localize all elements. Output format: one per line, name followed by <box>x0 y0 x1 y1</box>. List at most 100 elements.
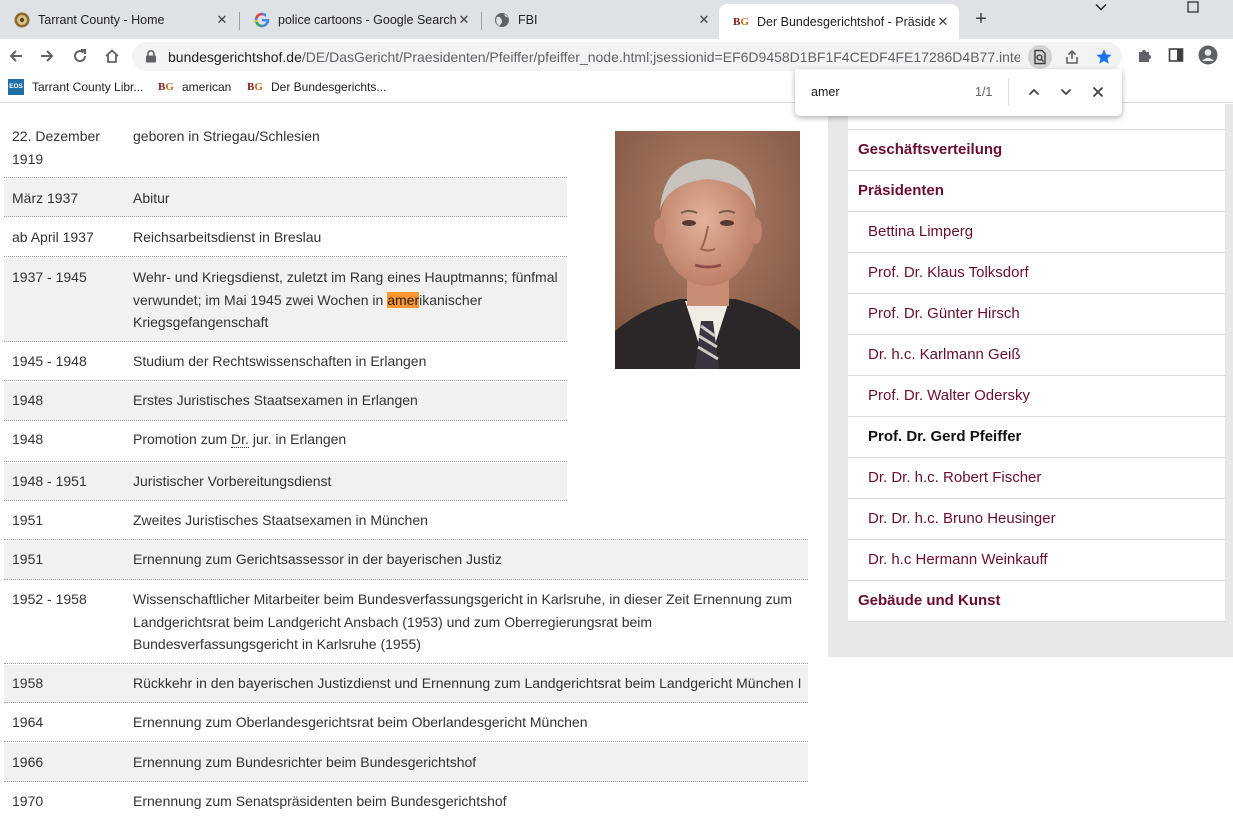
reload-button[interactable] <box>68 44 92 68</box>
cv-date: 22. Dezember 1919 <box>12 128 100 167</box>
tab-title: FBI <box>518 12 538 27</box>
sidebar-item-geiss[interactable]: Dr. h.c. Karlmann Geiß <box>848 335 1225 376</box>
bookmark-tarrant-county-library[interactable]: EOS Tarrant County Libr... <box>8 79 143 95</box>
cv-date: 1964 <box>12 714 44 730</box>
tab-bundesgerichtshof[interactable]: BG Der Bundesgerichtshof - Präsider ✕ <box>719 4 959 39</box>
lock-icon[interactable] <box>145 50 157 63</box>
bgh-icon: BG <box>158 81 174 93</box>
close-tab-icon[interactable]: ✕ <box>696 12 712 28</box>
cv-description: Rückkehr in den bayerischen Justizdienst… <box>133 675 802 691</box>
sidebar-item-geschaeftsverteilung[interactable]: Geschäftsverteilung <box>848 130 1225 171</box>
cv-description: Abitur <box>133 190 170 206</box>
cv-text: Promotion zum <box>133 431 232 447</box>
county-seal-icon <box>14 12 30 28</box>
maximize-window-icon[interactable] <box>1183 0 1203 20</box>
close-tab-icon[interactable]: ✕ <box>456 12 472 28</box>
profile-avatar[interactable] <box>1197 44 1219 66</box>
cv-description: Wehr- und Kriegsdienst, zuletzt im Rang … <box>133 266 563 334</box>
bookmark-american[interactable]: BG american <box>158 79 231 95</box>
cv-date: 1937 - 1945 <box>12 269 87 285</box>
cv-description: Promotion zum Dr. jur. in Erlangen <box>133 428 346 451</box>
globe-icon <box>494 12 510 28</box>
eos-icon: EOS <box>8 79 24 95</box>
cv-row: 1948 Promotion zum Dr. jur. in Erlangen <box>4 422 567 462</box>
browser-toolbar: bundesgerichtshof.de/DE/DasGericht/Praes… <box>0 39 1233 73</box>
cv-row: 1948 Erstes Juristisches Staatsexamen in… <box>4 382 567 421</box>
sidebar-item-hirsch[interactable]: Prof. Dr. Günter Hirsch <box>848 294 1225 335</box>
url-text[interactable]: bundesgerichtshof.de/DE/DasGericht/Praes… <box>168 49 1020 65</box>
cv-date: 1948 - 1951 <box>12 473 87 489</box>
find-next-button[interactable] <box>1055 81 1077 103</box>
tab-strip: Tarrant County - Home ✕ police cartoons … <box>0 0 1233 39</box>
cv-date: 1948 <box>12 392 44 408</box>
sidebar-item-fischer[interactable]: Dr. Dr. h.c. Robert Fischer <box>848 458 1225 499</box>
address-bar[interactable]: bundesgerichtshof.de/DE/DasGericht/Praes… <box>132 42 1122 71</box>
find-input[interactable]: amer <box>811 85 839 99</box>
sidebar-item-pfeiffer-current[interactable]: Prof. Dr. Gerd Pfeiffer <box>848 417 1225 458</box>
tab-title: police cartoons - Google Search <box>278 12 456 27</box>
bgh-icon: BG <box>733 15 749 28</box>
tab-tarrant-county[interactable]: Tarrant County - Home ✕ <box>0 4 238 35</box>
bgh-icon: BG <box>247 81 263 93</box>
tab-fbi[interactable]: FBI ✕ <box>480 4 720 35</box>
google-icon <box>254 11 270 28</box>
cv-description: Erstes Juristisches Staatsexamen in Erla… <box>133 392 418 408</box>
cv-date: ab April 1937 <box>12 229 94 245</box>
sidebar-item-odersky[interactable]: Prof. Dr. Walter Odersky <box>848 376 1225 417</box>
bookmark-label: american <box>182 80 232 94</box>
sidebar-item-tolksdorf[interactable]: Prof. Dr. Klaus Tolksdorf <box>848 253 1225 294</box>
cv-row: 1970 Ernennung zum Senatspräsidenten bei… <box>4 783 808 821</box>
cv-date: 1948 <box>12 431 44 447</box>
sidebar-item-praesidenten[interactable]: Präsidenten <box>848 171 1225 212</box>
cv-date: 1951 <box>12 512 44 528</box>
find-match-count: 1/1 <box>975 85 993 99</box>
cv-row: 1951 Ernennung zum Gerichtsassessor in d… <box>4 541 808 580</box>
cv-description: Juristischer Vorbereitungsdienst <box>133 473 332 489</box>
cv-date: März 1937 <box>12 190 79 206</box>
cv-date: 1958 <box>12 675 44 691</box>
extensions-puzzle-icon[interactable] <box>1134 44 1156 66</box>
cv-date: 1952 - 1958 <box>12 591 87 607</box>
cv-description: geboren in Striegau/Schlesien <box>133 128 320 144</box>
tab-title: Tarrant County - Home <box>38 12 165 27</box>
cv-date: 1951 <box>12 551 44 567</box>
cv-row: 1945 - 1948 Studium der Rechtswissenscha… <box>4 343 567 381</box>
sidebar-item-limperg[interactable]: Bettina Limperg <box>848 212 1225 253</box>
cv-text: jur. in Erlangen <box>248 431 347 447</box>
cv-description: Reichsarbeitsdienst in Breslau <box>133 229 322 245</box>
home-button[interactable] <box>100 44 124 68</box>
share-icon[interactable] <box>1060 45 1084 69</box>
find-previous-button[interactable] <box>1023 81 1045 103</box>
cv-row: 1966 Ernennung zum Bundesrichter beim Bu… <box>4 743 808 782</box>
cv-text: Wehr- und Kriegsdienst, zuletzt im Rang … <box>133 269 558 308</box>
new-tab-button[interactable]: + <box>971 9 991 29</box>
bookmark-bundesgerichtshof[interactable]: BG Der Bundesgerichts... <box>247 79 386 95</box>
cv-description: Ernennung zum Oberlandesgerichtsrat beim… <box>133 714 588 730</box>
find-divider <box>1008 79 1009 105</box>
sidebar-item-heusinger[interactable]: Dr. Dr. h.c. Bruno Heusinger <box>848 499 1225 540</box>
close-tab-icon[interactable]: ✕ <box>214 12 230 28</box>
cv-date: 1945 - 1948 <box>12 353 87 369</box>
cv-row: 1958 Rückkehr in den bayerischen Justizd… <box>4 665 808 703</box>
close-tab-icon[interactable]: ✕ <box>935 14 951 30</box>
cv-date: 1970 <box>12 793 44 809</box>
cv-description: Ernennung zum Gerichtsassessor in der ba… <box>133 551 502 567</box>
find-in-page-icon[interactable] <box>1028 45 1052 69</box>
cv-description: Ernennung zum Bundesrichter beim Bundesg… <box>133 754 477 770</box>
tab-search-chevron-icon[interactable] <box>1091 0 1111 20</box>
tab-google-search[interactable]: police cartoons - Google Search ✕ <box>240 4 480 35</box>
back-button[interactable] <box>4 44 28 68</box>
cv-date: 1966 <box>12 754 44 770</box>
forward-button[interactable] <box>35 44 59 68</box>
side-panel-icon[interactable] <box>1165 44 1187 66</box>
find-bar: amer 1/1 <box>795 69 1122 116</box>
bookmark-star-icon[interactable] <box>1092 45 1116 69</box>
cv-row: ab April 1937 Reichsarbeitsdienst in Bre… <box>4 218 567 257</box>
find-close-button[interactable] <box>1087 81 1109 103</box>
cv-description: Wissenschaftlicher Mitarbeiter beim Bund… <box>133 591 793 652</box>
tab-title: Der Bundesgerichtshof - Präsider <box>757 14 935 29</box>
abbreviation-doctor[interactable]: Dr. <box>231 431 249 448</box>
sidebar-item-weinkauff[interactable]: Dr. h.c Hermann Weinkauff <box>848 540 1225 581</box>
sidebar-item-gebaeude-und-kunst[interactable]: Gebäude und Kunst <box>848 581 1225 622</box>
cv-row: 1952 - 1958 Wissenschaftlicher Mitarbeit… <box>4 581 808 664</box>
